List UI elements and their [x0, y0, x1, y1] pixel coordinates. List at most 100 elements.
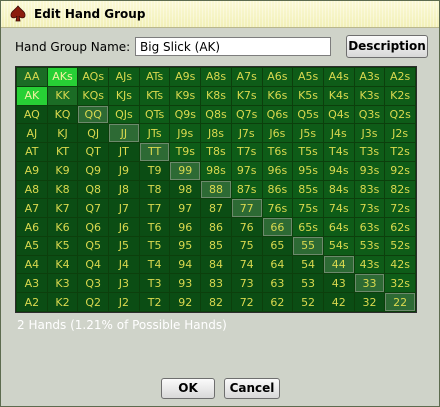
- hand-cell[interactable]: 83: [201, 274, 231, 293]
- hand-cell[interactable]: 92: [170, 293, 201, 311]
- hand-cell[interactable]: J5: [109, 236, 139, 255]
- hand-cell[interactable]: 93s: [354, 161, 385, 180]
- hand-cell[interactable]: TT: [139, 143, 170, 161]
- hand-cell[interactable]: AQ: [17, 105, 47, 124]
- hand-cell[interactable]: T6s: [262, 143, 293, 161]
- hand-cell[interactable]: J7: [109, 199, 139, 218]
- hand-cell[interactable]: 87: [201, 199, 231, 218]
- hand-cell[interactable]: J2: [109, 293, 139, 311]
- hand-cell[interactable]: A2s: [385, 68, 415, 86]
- hand-cell[interactable]: A8: [17, 180, 47, 199]
- hand-cell[interactable]: 66: [262, 218, 293, 236]
- hand-cell[interactable]: AQs: [78, 68, 109, 86]
- hand-cell[interactable]: Q8s: [201, 105, 231, 124]
- ok-button[interactable]: OK: [161, 378, 215, 399]
- hand-cell[interactable]: A5: [17, 236, 47, 255]
- hand-cell[interactable]: AKs: [47, 68, 78, 86]
- hand-cell[interactable]: Q4s: [323, 105, 354, 124]
- hand-cell[interactable]: KJ: [47, 124, 78, 143]
- hand-cell[interactable]: 97: [170, 199, 201, 218]
- hand-cell[interactable]: Q3: [78, 274, 109, 293]
- hand-cell[interactable]: 86: [201, 218, 231, 236]
- hand-cell[interactable]: J7s: [231, 124, 262, 143]
- hand-cell[interactable]: K3: [47, 274, 78, 293]
- hand-cell[interactable]: KT: [47, 143, 78, 161]
- hand-cell[interactable]: AJ: [17, 124, 47, 143]
- hand-cell[interactable]: J4s: [323, 124, 354, 143]
- hand-cell[interactable]: T2: [139, 293, 170, 311]
- hand-cell[interactable]: 88: [201, 180, 231, 199]
- hand-cell[interactable]: T5: [139, 236, 170, 255]
- hand-cell[interactable]: J8: [109, 180, 139, 199]
- hand-cell[interactable]: J3: [109, 274, 139, 293]
- hand-cell[interactable]: J6s: [262, 124, 293, 143]
- hand-cell[interactable]: K7s: [231, 86, 262, 105]
- hand-cell[interactable]: A9: [17, 161, 47, 180]
- hand-cell[interactable]: 74s: [323, 199, 354, 218]
- hand-cell[interactable]: T7: [139, 199, 170, 218]
- hand-cell[interactable]: KQs: [78, 86, 109, 105]
- hand-cell[interactable]: Q9s: [170, 105, 201, 124]
- hand-cell[interactable]: 72: [231, 293, 262, 311]
- hand-cell[interactable]: 84: [201, 255, 231, 274]
- hand-cell[interactable]: JTs: [139, 124, 170, 143]
- hand-cell[interactable]: 76: [231, 218, 262, 236]
- hand-cell[interactable]: AT: [17, 143, 47, 161]
- hand-cell[interactable]: 85: [201, 236, 231, 255]
- hand-cell[interactable]: 94s: [323, 161, 354, 180]
- hand-cell[interactable]: T3s: [354, 143, 385, 161]
- hand-cell[interactable]: A6s: [262, 68, 293, 86]
- hand-cell[interactable]: K8: [47, 180, 78, 199]
- hand-cell[interactable]: KK: [47, 86, 78, 105]
- hand-cell[interactable]: J8s: [201, 124, 231, 143]
- hand-cell[interactable]: 53: [293, 274, 323, 293]
- hand-cell[interactable]: A2: [17, 293, 47, 311]
- hand-cell[interactable]: K6: [47, 218, 78, 236]
- hand-cell[interactable]: 65s: [293, 218, 323, 236]
- hand-cell[interactable]: AK: [17, 86, 47, 105]
- hand-cell[interactable]: KQ: [47, 105, 78, 124]
- hand-cell[interactable]: K2: [47, 293, 78, 311]
- hand-cell[interactable]: K5: [47, 236, 78, 255]
- hand-cell[interactable]: K9s: [170, 86, 201, 105]
- hand-cell[interactable]: T7s: [231, 143, 262, 161]
- hand-cell[interactable]: Q5: [78, 236, 109, 255]
- hand-cell[interactable]: 52s: [385, 236, 415, 255]
- hand-cell[interactable]: 99: [170, 161, 201, 180]
- hand-cell[interactable]: 95s: [293, 161, 323, 180]
- hand-cell[interactable]: 32: [354, 293, 385, 311]
- hand-cell[interactable]: QJ: [78, 124, 109, 143]
- hand-cell[interactable]: AJs: [109, 68, 139, 86]
- hand-cell[interactable]: 44: [323, 255, 354, 274]
- hand-cell[interactable]: 98s: [201, 161, 231, 180]
- hand-cell[interactable]: 42: [323, 293, 354, 311]
- hand-cell[interactable]: T6: [139, 218, 170, 236]
- hand-cell[interactable]: QT: [78, 143, 109, 161]
- hand-cell[interactable]: 63: [262, 274, 293, 293]
- hand-cell[interactable]: 96s: [262, 161, 293, 180]
- hand-cell[interactable]: Q4: [78, 255, 109, 274]
- hand-cell[interactable]: T3: [139, 274, 170, 293]
- hand-cell[interactable]: K2s: [385, 86, 415, 105]
- hand-cell[interactable]: KTs: [139, 86, 170, 105]
- hand-cell[interactable]: K4: [47, 255, 78, 274]
- hand-cell[interactable]: T8s: [201, 143, 231, 161]
- hand-cell[interactable]: 73s: [354, 199, 385, 218]
- hand-cell[interactable]: QJs: [109, 105, 139, 124]
- hand-cell[interactable]: Q9: [78, 161, 109, 180]
- hand-cell[interactable]: A9s: [170, 68, 201, 86]
- hand-cell[interactable]: Q3s: [354, 105, 385, 124]
- hand-cell[interactable]: T9s: [170, 143, 201, 161]
- hand-cell[interactable]: 84s: [323, 180, 354, 199]
- hand-cell[interactable]: J9s: [170, 124, 201, 143]
- hand-cell[interactable]: Q7: [78, 199, 109, 218]
- cancel-button[interactable]: Cancel: [224, 378, 280, 399]
- hand-cell[interactable]: 42s: [385, 255, 415, 274]
- hand-cell[interactable]: 62: [262, 293, 293, 311]
- hand-cell[interactable]: J3s: [354, 124, 385, 143]
- hand-cell[interactable]: 82s: [385, 180, 415, 199]
- hand-cell[interactable]: 85s: [293, 180, 323, 199]
- hand-cell[interactable]: 93: [170, 274, 201, 293]
- hand-cell[interactable]: K4s: [323, 86, 354, 105]
- hand-cell[interactable]: Q7s: [231, 105, 262, 124]
